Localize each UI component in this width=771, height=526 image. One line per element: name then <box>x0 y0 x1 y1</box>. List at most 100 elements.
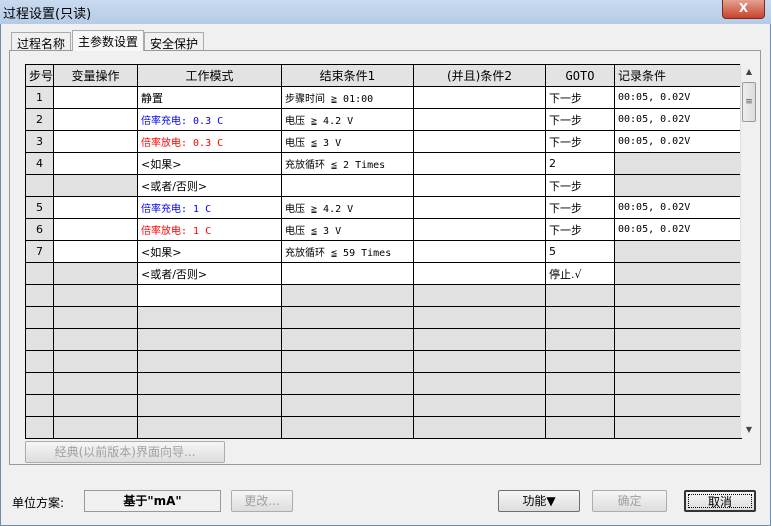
cell-end-condition-2[interactable] <box>413 152 546 175</box>
table-row[interactable]: 3 倍率放电: 0.3 C 电压 ≦ 3 V 下一步 00:05, 0.02V <box>25 130 742 153</box>
cell-end-condition-2[interactable] <box>413 218 546 241</box>
header-end-condition-2: (并且)条件2 <box>413 64 546 87</box>
cell-end-condition-1[interactable]: 电压 ≦ 3 V <box>281 218 414 241</box>
cell-work-mode[interactable]: <或者/否则> <box>137 174 282 197</box>
close-button[interactable]: X <box>722 0 765 19</box>
cell-end-condition-1[interactable] <box>281 262 414 285</box>
cell-variable-op[interactable] <box>53 130 138 153</box>
cell-work-mode[interactable]: 倍率放电: 0.3 C <box>137 130 282 153</box>
cell-record-condition[interactable]: 00:05, 0.02V <box>614 108 742 131</box>
scroll-up-icon[interactable]: ▲ <box>741 64 757 80</box>
cell-end-condition-1[interactable]: 充放循环 ≦ 2 Times <box>281 152 414 175</box>
cell-end-condition-2[interactable] <box>413 284 546 307</box>
cell-variable-op[interactable] <box>53 196 138 219</box>
table-row[interactable]: 2 倍率充电: 0.3 C 电压 ≧ 4.2 V 下一步 00:05, 0.02V <box>25 108 742 131</box>
unit-scheme-value: 基于"mA" <box>84 490 221 512</box>
cell-goto[interactable]: 下一步 <box>545 130 615 153</box>
header-end-condition-1: 结束条件1 <box>281 64 414 87</box>
cell-work-mode[interactable]: 静置 <box>137 86 282 109</box>
cell-end-condition-2[interactable] <box>413 108 546 131</box>
cell-goto[interactable]: 下一步 <box>545 108 615 131</box>
cell-variable-op[interactable] <box>53 218 138 241</box>
cell-work-mode[interactable] <box>137 284 282 307</box>
tab-process-name[interactable]: 过程名称 <box>11 32 72 51</box>
cell-step[interactable]: 5 <box>25 196 54 219</box>
cell-end-condition-2[interactable] <box>413 174 546 197</box>
cell-record-condition[interactable]: 00:05, 0.02V <box>614 130 742 153</box>
cell-record-condition[interactable]: 00:05, 0.02V <box>614 86 742 109</box>
cell-record-condition[interactable] <box>614 284 742 307</box>
scroll-thumb[interactable]: ≡ <box>742 82 756 122</box>
cell-work-mode[interactable]: <或者/否则> <box>137 262 282 285</box>
cell-end-condition-1[interactable]: 步骤时间 ≧ 01:00 <box>281 86 414 109</box>
cell-step[interactable] <box>25 284 54 307</box>
cell-end-condition-2[interactable] <box>413 130 546 153</box>
cell-record-condition[interactable]: 00:05, 0.02V <box>614 196 742 219</box>
cell-end-condition-1[interactable]: 电压 ≦ 3 V <box>281 130 414 153</box>
tab-main-params[interactable]: 主参数设置 <box>72 30 145 51</box>
tab-safety[interactable]: 安全保护 <box>144 32 205 51</box>
cancel-button[interactable]: 取消 <box>684 490 756 512</box>
cell-goto[interactable]: 停止.√ <box>545 262 615 285</box>
cell-goto[interactable]: 5 <box>545 240 615 263</box>
vertical-scrollbar[interactable]: ▲ ≡ ▼ <box>740 64 757 438</box>
cell-record-condition[interactable] <box>614 240 742 263</box>
cell-step[interactable]: 7 <box>25 240 54 263</box>
table-row[interactable] <box>25 284 742 307</box>
cell-record-condition[interactable] <box>614 152 742 175</box>
cell-end-condition-2[interactable] <box>413 196 546 219</box>
cell-variable-op[interactable] <box>53 262 138 285</box>
table-row[interactable]: 1 静置 步骤时间 ≧ 01:00 下一步 00:05, 0.02V <box>25 86 742 109</box>
table-row[interactable]: 6 倍率放电: 1 C 电压 ≦ 3 V 下一步 00:05, 0.02V <box>25 218 742 241</box>
table-row[interactable]: <或者/否则> 停止.√ <box>25 262 742 285</box>
cell-work-mode[interactable]: 倍率充电: 1 C <box>137 196 282 219</box>
cell-variable-op[interactable] <box>53 86 138 109</box>
cell-work-mode[interactable]: <如果> <box>137 152 282 175</box>
empty-table-row <box>25 416 742 439</box>
empty-cell <box>545 394 615 417</box>
cell-step[interactable] <box>25 262 54 285</box>
cell-record-condition[interactable] <box>614 262 742 285</box>
cell-record-condition[interactable] <box>614 174 742 197</box>
cell-variable-op[interactable] <box>53 108 138 131</box>
table-row[interactable]: 4 <如果> 充放循环 ≦ 2 Times 2 <box>25 152 742 175</box>
cell-end-condition-1[interactable] <box>281 284 414 307</box>
table-row[interactable]: 5 倍率充电: 1 C 电压 ≧ 4.2 V 下一步 00:05, 0.02V <box>25 196 742 219</box>
cell-goto[interactable]: 下一步 <box>545 86 615 109</box>
cell-work-mode[interactable]: 倍率放电: 1 C <box>137 218 282 241</box>
table-row[interactable]: 7 <如果> 充放循环 ≦ 59 Times 5 <box>25 240 742 263</box>
empty-cell <box>614 416 742 439</box>
cell-step[interactable] <box>25 174 54 197</box>
function-button[interactable]: 功能▼ <box>498 490 580 512</box>
cell-goto[interactable]: 2 <box>545 152 615 175</box>
cell-variable-op[interactable] <box>53 240 138 263</box>
cell-work-mode[interactable]: 倍率充电: 0.3 C <box>137 108 282 131</box>
empty-cell <box>137 372 282 395</box>
change-button[interactable]: 更改... <box>231 490 293 512</box>
cell-goto[interactable]: 下一步 <box>545 218 615 241</box>
cell-end-condition-2[interactable] <box>413 240 546 263</box>
cell-end-condition-2[interactable] <box>413 86 546 109</box>
cell-end-condition-1[interactable]: 电压 ≧ 4.2 V <box>281 108 414 131</box>
cell-variable-op[interactable] <box>53 284 138 307</box>
cell-work-mode[interactable]: <如果> <box>137 240 282 263</box>
cell-end-condition-2[interactable] <box>413 262 546 285</box>
cell-end-condition-1[interactable]: 充放循环 ≦ 59 Times <box>281 240 414 263</box>
classic-wizard-button[interactable]: 经典(以前版本)界面向导... <box>25 441 225 463</box>
cell-goto[interactable]: 下一步 <box>545 174 615 197</box>
ok-button[interactable]: 确定 <box>592 490 667 512</box>
table-row[interactable]: <或者/否则> 下一步 <box>25 174 742 197</box>
cell-goto[interactable]: 下一步 <box>545 196 615 219</box>
cell-end-condition-1[interactable] <box>281 174 414 197</box>
cell-step[interactable]: 3 <box>25 130 54 153</box>
cell-record-condition[interactable]: 00:05, 0.02V <box>614 218 742 241</box>
cell-variable-op[interactable] <box>53 152 138 175</box>
cell-goto[interactable] <box>545 284 615 307</box>
cell-step[interactable]: 1 <box>25 86 54 109</box>
scroll-down-icon[interactable]: ▼ <box>741 422 757 438</box>
cell-variable-op[interactable] <box>53 174 138 197</box>
cell-step[interactable]: 2 <box>25 108 54 131</box>
cell-end-condition-1[interactable]: 电压 ≧ 4.2 V <box>281 196 414 219</box>
cell-step[interactable]: 4 <box>25 152 54 175</box>
cell-step[interactable]: 6 <box>25 218 54 241</box>
